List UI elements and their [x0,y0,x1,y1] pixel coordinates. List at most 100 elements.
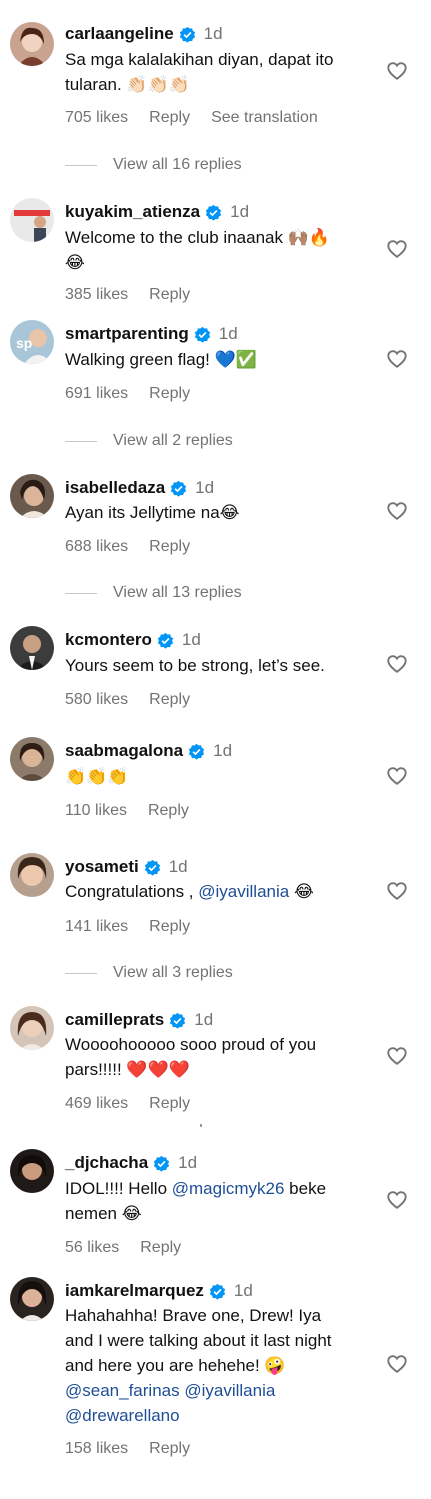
heart-outline-icon[interactable] [386,765,408,787]
reply-button[interactable]: Reply [149,918,190,936]
username[interactable]: iamkarelmarquez [65,1281,204,1301]
like-count[interactable]: 158 likes [65,1440,128,1458]
like-count[interactable]: 705 likes [65,109,128,127]
mention-link[interactable]: @magicmyk26 [172,1179,285,1198]
username[interactable]: _djchacha [65,1153,148,1173]
mention-link[interactable]: @drewarellano [65,1406,180,1425]
comment-text: Welcome to the club inaanak 🙌🏽🔥 😂 [65,225,375,275]
comment-line: nemen 😂 [65,1204,142,1223]
verified-badge-icon [179,26,196,43]
heart-outline-icon[interactable] [386,653,408,675]
reply-button[interactable]: Reply [140,1239,181,1257]
reply-button[interactable]: Reply [149,286,190,304]
view-replies-label: View all 3 replies [113,964,233,981]
comment-text: Congratulations , @iyavillania 😂 [65,879,375,904]
reply-button[interactable]: Reply [148,802,189,820]
avatar[interactable] [10,474,54,518]
verified-badge-icon [157,632,174,649]
heart-outline-icon[interactable] [386,238,408,260]
divider [65,592,97,594]
like-count[interactable]: 141 likes [65,918,128,936]
mention-link[interactable]: @iyavillania [198,882,289,901]
view-replies-button[interactable]: View all 13 replies [65,584,242,602]
comment-line: Welcome to the club inaanak 🙌🏽🔥 [65,228,331,247]
comment-line: Walking green flag! 💙✅ [65,350,257,369]
comment-line: and here you are hehehe! 🤪 [65,1356,286,1375]
comment-text: Sa mga kalalakihan diyan, dapat ito tula… [65,47,375,97]
username[interactable]: carlaangeline [65,24,174,44]
like-count[interactable]: 580 likes [65,691,128,709]
like-count[interactable]: 469 likes [65,1095,128,1113]
comment-line: Yours seem to be strong, let’s see. [65,656,325,675]
reply-button[interactable]: Reply [149,1440,190,1458]
timestamp: 1d [233,1281,253,1300]
like-count[interactable]: 110 likes [65,802,127,820]
timestamp: 1d [230,202,250,221]
comment-line: 😂 [65,253,85,272]
heart-outline-icon[interactable] [386,500,408,522]
timestamp: 1d [168,857,188,876]
reply-button[interactable]: Reply [149,385,190,403]
divider [200,1124,202,1127]
like-count[interactable]: 688 likes [65,538,128,556]
username[interactable]: kuyakim_atienza [65,202,200,222]
reply-button[interactable]: Reply [149,109,190,127]
username[interactable]: yosameti [65,857,139,877]
view-replies-label: View all 2 replies [113,432,233,449]
like-count[interactable]: 385 likes [65,286,128,304]
comment-text-part: IDOL!!!! Hello [65,1179,172,1198]
view-replies-label: View all 13 replies [113,584,242,601]
comment-text: Walking green flag! 💙✅ [65,347,375,372]
mention-link[interactable]: @iyavillania [184,1381,275,1400]
username[interactable]: isabelledaza [65,478,165,498]
reply-button[interactable]: Reply [149,691,190,709]
divider [65,440,97,442]
verified-badge-icon [188,743,205,760]
username[interactable]: smartparenting [65,324,189,344]
timestamp: 1d [218,324,238,343]
avatar[interactable] [10,1149,54,1193]
heart-outline-icon[interactable] [386,60,408,82]
timestamp: 1d [178,1153,198,1172]
divider [65,972,97,974]
avatar[interactable] [10,737,54,781]
comment-text: IDOL!!!! Hello @magicmyk26 beke nemen 😂 [65,1176,375,1226]
verified-badge-icon [170,480,187,497]
heart-outline-icon[interactable] [386,348,408,370]
username[interactable]: camilleprats [65,1010,164,1030]
like-count[interactable]: 56 likes [65,1239,119,1257]
view-replies-button[interactable]: View all 3 replies [65,964,233,982]
timestamp: 1d [203,24,223,43]
avatar[interactable] [10,626,54,670]
comment-text-part: beke [284,1179,327,1198]
heart-outline-icon[interactable] [386,1189,408,1211]
comment-text: Yours seem to be strong, let’s see. [65,653,375,678]
comment-text: Hahahahha! Brave one, Drew! Iya and I we… [65,1303,375,1428]
heart-outline-icon[interactable] [386,1353,408,1375]
view-replies-button[interactable]: View all 2 replies [65,432,233,450]
comment-line: Hahahahha! Brave one, Drew! Iya [65,1306,322,1325]
comment-line: pars!!!!! ❤️❤️❤️ [65,1060,190,1079]
heart-outline-icon[interactable] [386,880,408,902]
avatar[interactable]: sp [10,320,54,364]
comment-text: 👏👏👏 [65,764,375,789]
mention-link[interactable]: @sean_farinas [65,1381,180,1400]
username[interactable]: kcmontero [65,630,152,650]
avatar[interactable] [10,198,54,242]
comment-text-part: 😂 [289,882,314,901]
view-replies-button[interactable]: View all 16 replies [65,156,242,174]
see-translation-link[interactable]: See translation [211,109,318,127]
heart-outline-icon[interactable] [386,1045,408,1067]
avatar[interactable] [10,1277,54,1321]
comment-line: Sa mga kalalakihan diyan, dapat ito [65,50,334,69]
comment-line: 👏👏👏 [65,767,129,786]
avatar[interactable] [10,1006,54,1050]
verified-badge-icon [209,1283,226,1300]
like-count[interactable]: 691 likes [65,385,128,403]
verified-badge-icon [153,1155,170,1172]
username[interactable]: saabmagalona [65,741,183,761]
avatar[interactable] [10,853,54,897]
reply-button[interactable]: Reply [149,1095,190,1113]
reply-button[interactable]: Reply [149,538,190,556]
avatar[interactable] [10,22,54,66]
